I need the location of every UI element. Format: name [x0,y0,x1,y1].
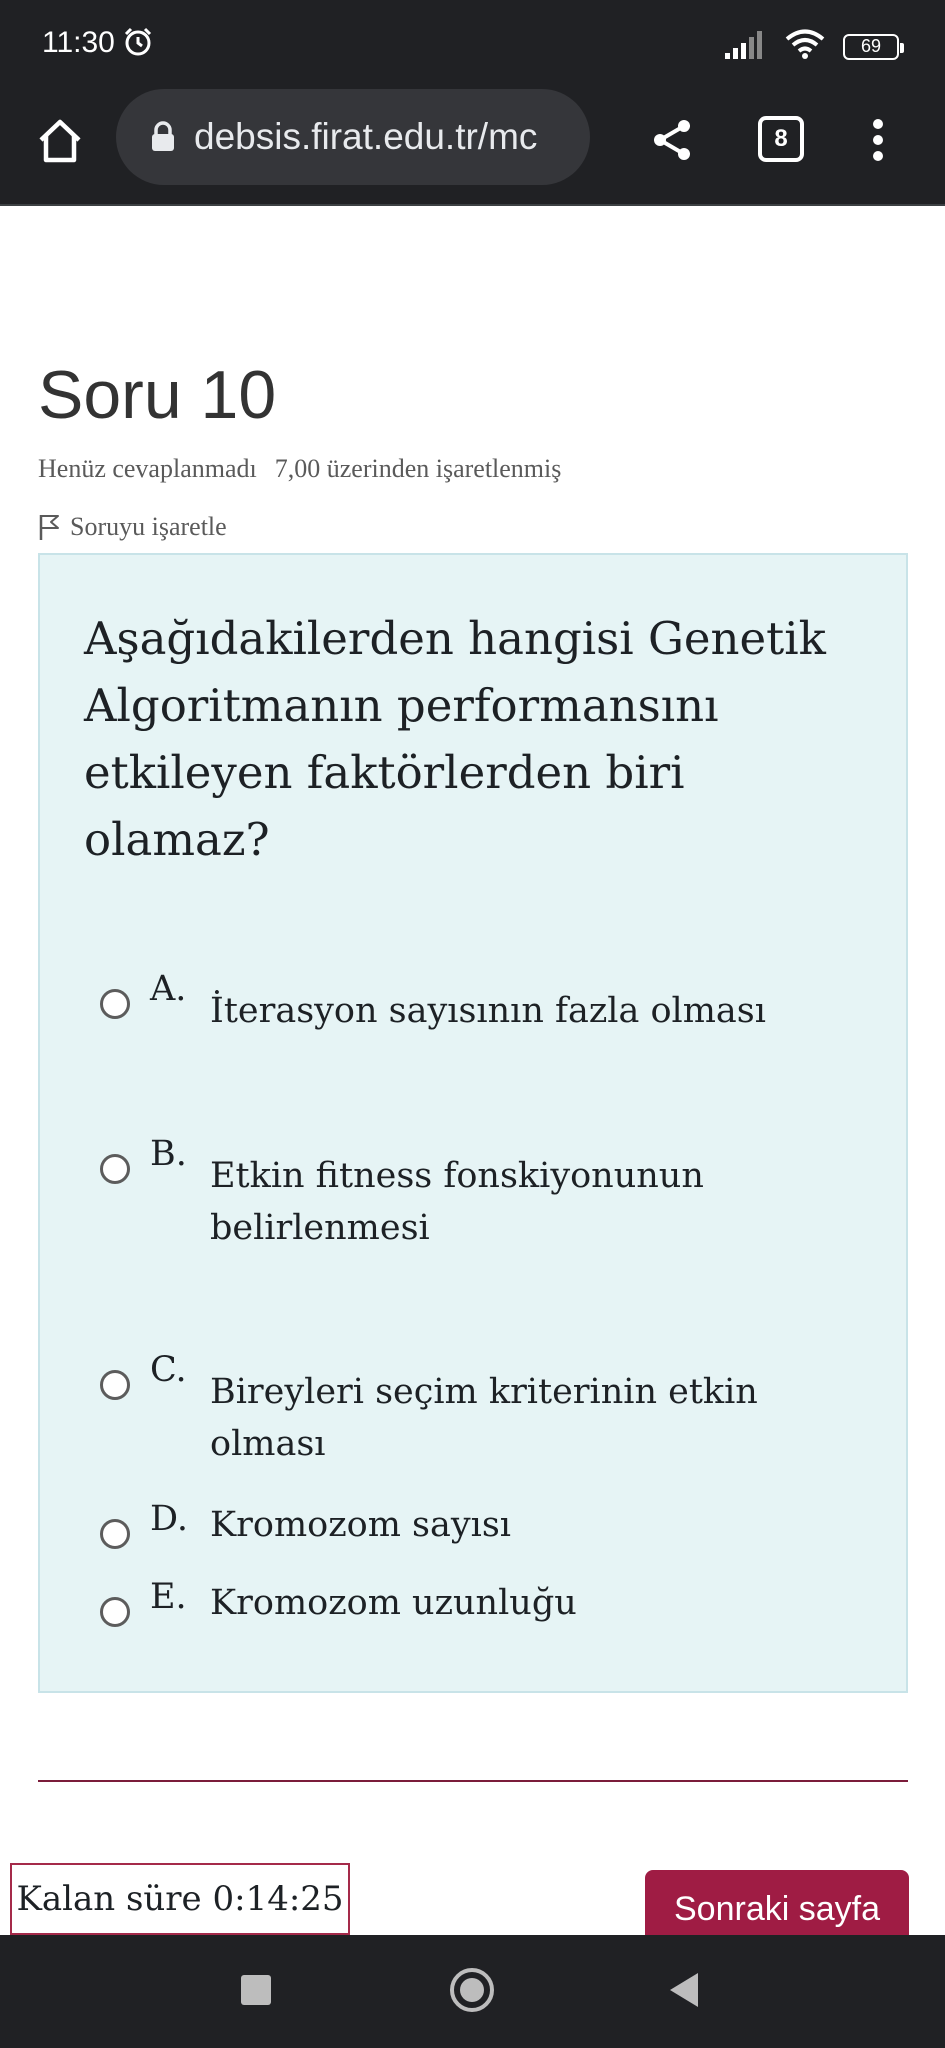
share-button[interactable] [640,108,704,172]
question-text: Aşağıdakilerden hangisi Genetik Algoritm… [84,612,826,866]
option-text: Kromozom uzunluğu [210,1583,577,1623]
signal-icon [723,29,767,64]
option-d[interactable]: D. Kromozom sayısı [100,1499,850,1551]
radio-b[interactable] [100,1154,130,1184]
radio-a[interactable] [100,989,130,1019]
flag-icon [39,515,59,540]
status-bar: 11:30 69 [0,0,945,86]
wifi-icon [785,28,825,65]
back-icon[interactable] [670,1973,698,2007]
question-info: Henüz cevaplanmadı 7,00 üzerinden işaret… [38,454,561,484]
home-icon [39,119,81,163]
radio-e[interactable] [100,1597,130,1627]
url-text: debsis.firat.edu.tr/mc [194,116,538,157]
option-letter: B. [150,1134,187,1174]
time-remaining: Kalan süre 0:14:25 [10,1863,350,1935]
option-text: İterasyon sayısının fazla olması [210,991,766,1031]
option-letter: D. [150,1499,188,1539]
option-text: Bireyleri seçim kriterinin etkin olması [210,1372,758,1464]
question-marks: 7,00 üzerinden işaretlenmiş [274,454,562,483]
option-b[interactable]: B. Etkin fitness fonskiyonunun belirlenm… [100,1134,710,1254]
question-title: Soru 10 [38,357,277,433]
url-bar[interactable]: debsis.firat.edu.tr/mc [116,89,590,185]
battery-icon: 69 [843,33,904,60]
browser-toolbar: debsis.firat.edu.tr/mc 8 [0,86,945,206]
option-text: Etkin fitness fonskiyonunun belirlenmesi [210,1156,704,1248]
share-icon [654,120,690,160]
question-box: Aşağıdakilerden hangisi Genetik Algoritm… [38,553,908,1693]
recent-apps-icon[interactable] [241,1975,271,2005]
more-menu-button[interactable] [858,108,898,172]
divider [38,1780,908,1782]
option-text: Kromozom sayısı [210,1505,511,1545]
lock-icon [150,121,176,153]
status-time: 11:30 [42,26,115,59]
flag-label: Soruyu işaretle [70,512,227,541]
option-letter: A. [150,969,187,1009]
option-letter: E. [150,1577,187,1617]
tabs-button[interactable]: 8 [758,116,804,162]
home-button[interactable] [30,111,90,171]
alarm-icon [122,26,154,63]
option-e[interactable]: E. Kromozom uzunluğu [100,1577,850,1629]
home-circle-icon[interactable] [450,1968,494,2012]
option-letter: C. [150,1350,187,1390]
option-a[interactable]: A. İterasyon sayısının fazla olması [100,969,850,1037]
battery-level: 69 [860,36,882,56]
option-c[interactable]: C. Bireyleri seçim kriterinin etkin olma… [100,1350,850,1470]
radio-d[interactable] [100,1519,130,1549]
radio-c[interactable] [100,1370,130,1400]
flag-question-link[interactable]: Soruyu işaretle [38,512,227,542]
question-state: Henüz cevaplanmadı [38,454,257,483]
more-vert-icon [873,119,883,161]
android-nav-bar [0,1935,945,2048]
tab-count: 8 [774,125,788,152]
